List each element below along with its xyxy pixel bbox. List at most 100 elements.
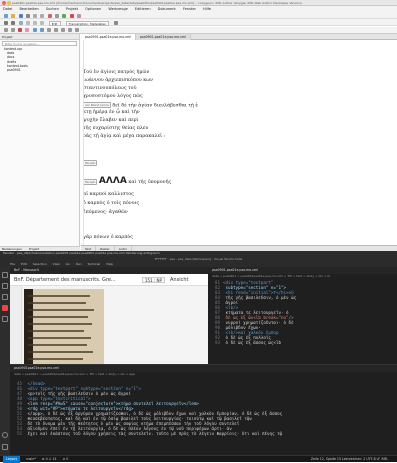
- chevron-down-icon[interactable]: [113, 21, 118, 25]
- menu-item-editieren[interactable]: Editieren: [135, 7, 151, 11]
- editor-line: ὁ καρπὸς ὁ τοῖς πόνοις: [83, 201, 140, 206]
- menu-item-projekt[interactable]: Projekt: [66, 7, 78, 11]
- cut-icon[interactable]: [47, 14, 52, 18]
- extensions-icon[interactable]: [2, 316, 8, 322]
- menu-item-optionen[interactable]: Optionen: [85, 7, 101, 11]
- preview-tab[interactable]: BnF - Manuscrit: [10, 267, 208, 274]
- code-line: 55 ἔχει καὶ ἑκάστους τοῦ λόγου χρήσεις τ…: [16, 431, 283, 436]
- copy-icon[interactable]: [54, 14, 59, 18]
- menu-item-go[interactable]: Go: [66, 262, 70, 266]
- forward-icon[interactable]: [11, 21, 16, 25]
- table-icon[interactable]: [53, 28, 58, 32]
- oxygen-secondary-toolbar: Edit Transkription: Metadaten: [0, 19, 397, 26]
- highlight-icon[interactable]: [25, 28, 30, 32]
- menu-item-suchen[interactable]: Suchen: [46, 7, 59, 11]
- paragraph-tag[interactable]: Paraph: [83, 178, 98, 185]
- editor-line: ren Bland lemm δεῖ δὲ τὴν ἁγίαν διευλάβε…: [83, 102, 198, 109]
- author-editor[interactable]: Τού ἐν ἁγίοις πατρὸς ἡμῶν ἰωάννου ἀρχιεπ…: [81, 40, 397, 245]
- editor-tab-top[interactable]: psa0901.psa01e.psa.mo.xml: [208, 267, 397, 274]
- indent-icon[interactable]: [4, 28, 8, 32]
- search-icon[interactable]: [2, 283, 8, 289]
- print-icon[interactable]: [25, 14, 30, 18]
- comment-icon[interactable]: [68, 28, 73, 32]
- paste-icon[interactable]: [33, 21, 38, 25]
- link-icon[interactable]: [61, 28, 65, 32]
- mode-dropdown[interactable]: Edit: [48, 20, 61, 26]
- menu-item-run[interactable]: Run: [76, 262, 82, 266]
- source-control-icon[interactable]: [2, 294, 8, 300]
- xml-editor-top[interactable]: psa0901.psa01e.psa.mo.xml data > psa0901…: [208, 267, 397, 364]
- undo-icon[interactable]: [33, 14, 38, 18]
- editor-line: τῆς ευχαρίστης θείας πλευ: [83, 126, 149, 131]
- gear-icon[interactable]: [2, 444, 8, 450]
- minimize-icon[interactable]: [7, 1, 11, 5]
- vscode-window: FFFFFFF · psa - psa_data [Workspace] - V…: [0, 256, 397, 463]
- italic-icon[interactable]: [39, 28, 44, 32]
- breadcrumb[interactable]: data > psa0901 > psa0901psa01e.psa.mo.xm…: [10, 372, 397, 377]
- bold-icon[interactable]: [32, 28, 37, 32]
- menu-item-datei[interactable]: Datei: [3, 7, 12, 11]
- editor-line: κτῃ ἡμέρᾳ ἐν ᾧ καὶ τὴν: [83, 110, 140, 115]
- menu-item-fenster[interactable]: Fenster: [183, 7, 196, 11]
- menu-item-selection[interactable]: Selection: [33, 262, 47, 266]
- activity-bar: [0, 267, 10, 462]
- track-changes-icon[interactable]: [75, 28, 80, 32]
- save-icon[interactable]: [18, 14, 23, 18]
- account-icon[interactable]: [2, 432, 8, 438]
- editor-line: ἐπόμενος· ἀγαθῶν: [83, 210, 128, 215]
- sidebar-item-psa0901[interactable]: psa0901: [0, 68, 79, 72]
- menu-item-terminal[interactable]: Terminal: [88, 262, 101, 266]
- menu-item-dokument[interactable]: Dokument: [158, 7, 176, 11]
- transform-icon[interactable]: [69, 14, 74, 18]
- oxygen-main-toolbar: [0, 12, 397, 19]
- menu-item-werkzeuge[interactable]: Werkzeuge: [108, 7, 127, 11]
- tag-icon[interactable]: [18, 28, 23, 32]
- breadcrumb[interactable]: data > psa0901 > psa0901psa01e.psa.mo.xm…: [208, 274, 397, 279]
- editor-tab-bottom[interactable]: psa0901psa01e.psa.mo.xml: [10, 365, 397, 372]
- page-number-field[interactable]: 151 : NP: [142, 277, 165, 283]
- xml-editor-bottom[interactable]: psa0901psa01e.psa.mo.xml data > psa0901 …: [10, 364, 397, 455]
- branch-indicator[interactable]: main*: [26, 457, 36, 461]
- view-button[interactable]: Ansicht: [170, 274, 188, 286]
- paragraph-tag[interactable]: Paraph: [83, 160, 98, 166]
- explorer-icon[interactable]: [2, 272, 8, 278]
- menu-item-hilfe[interactable]: Hilfe: [203, 7, 211, 11]
- menu-item-help[interactable]: Help: [106, 262, 113, 266]
- menu-item-file[interactable]: File: [10, 262, 15, 266]
- manuscript-image[interactable]: [24, 289, 104, 364]
- back-icon[interactable]: [4, 21, 8, 25]
- editor-line: χρυσοστόμου λόγος πῶς: [83, 94, 143, 99]
- framework-dropdown[interactable]: Transkription: Metadaten: [65, 20, 110, 26]
- ports-indicator[interactable]: ⊘ 0: [63, 457, 69, 461]
- problems-indicator[interactable]: ⊗ 0 ⚠ 14: [42, 457, 57, 461]
- open-folder-icon[interactable]: [11, 14, 16, 18]
- abbr-tag[interactable]: ren Bland lemm: [83, 102, 111, 108]
- list-icon[interactable]: [46, 28, 51, 32]
- editor-line: σταντινουπόλεως τοῦ: [83, 86, 137, 91]
- debug-icon[interactable]: [76, 14, 81, 18]
- sidebar-header: Projekt: [0, 34, 79, 40]
- close-icon[interactable]: [2, 1, 6, 5]
- editor-line: Paraph ΑΛΛΑ καὶ τῆς ὑπομονῆς: [83, 176, 172, 186]
- format-icon[interactable]: [40, 21, 45, 25]
- sidebar-search-input[interactable]: Bitte Suche eingeben...: [2, 41, 77, 46]
- status-bar: Legacy main* ⊗ 0 ⚠ 14 ⊘ 0 Zeile 12, Spal…: [0, 455, 397, 463]
- validate-icon[interactable]: [62, 14, 67, 18]
- editor-line: ρᾶς τῇ ἁγίᾳ καὶ μέγα παρακαλεῖ :: [83, 134, 166, 139]
- paragraph-tag-line: Paraph: [83, 160, 98, 167]
- editor-line: ἰωάννου ἀρχιεπισκόπου κων: [83, 78, 154, 83]
- new-file-icon[interactable]: [4, 14, 8, 18]
- preview-sidebar: [10, 286, 22, 364]
- extension-icon[interactable]: [2, 305, 8, 311]
- project-sidebar: Projekt Bitte Suche eingeben... kontext.…: [0, 34, 80, 250]
- editor-line: ψυχὴν ἔλαβεν καὶ περὶ: [83, 118, 139, 123]
- editor-margin-line: [83, 40, 84, 245]
- copy-icon-2[interactable]: [25, 21, 30, 25]
- editor-line: γὰρ πόνων ὁ καρπὸς: [83, 235, 133, 240]
- redo-icon[interactable]: [40, 14, 45, 18]
- menu-item-view[interactable]: View: [53, 262, 60, 266]
- menu-item-edit[interactable]: Edit: [21, 262, 27, 266]
- outdent-icon[interactable]: [11, 28, 16, 32]
- menu-item-bearbeiten[interactable]: Bearbeiten: [19, 7, 38, 11]
- find-icon[interactable]: [18, 21, 23, 25]
